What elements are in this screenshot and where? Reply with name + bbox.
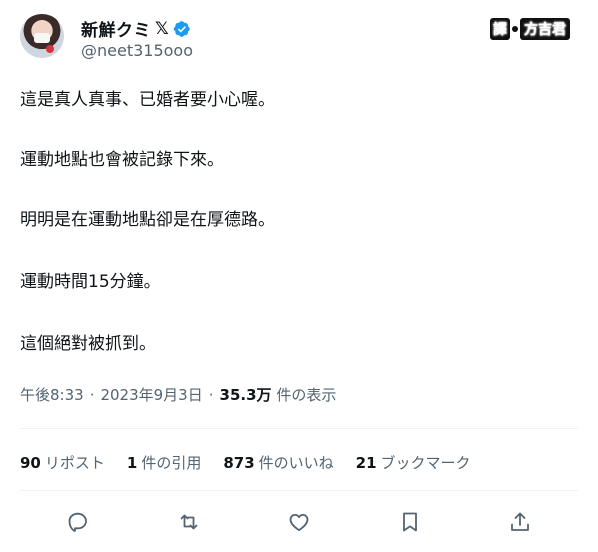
share-button[interactable] [500, 502, 540, 542]
bookmarks-label: ブックマーク [380, 454, 471, 472]
translator-name: 方吉君 [520, 18, 570, 40]
translator-dot [512, 26, 518, 32]
avatar-mask [34, 33, 50, 43]
avatar[interactable] [20, 14, 64, 58]
post-date[interactable]: 2023年9月3日 [100, 384, 202, 405]
meta-separator: · [89, 385, 95, 404]
views-label: 件の表示 [276, 386, 337, 404]
reposts-label: リポスト [44, 454, 105, 472]
meta-separator: · [208, 385, 214, 404]
translator-tag: 譯 [490, 18, 510, 40]
share-icon [511, 512, 529, 531]
divider [20, 428, 578, 429]
author-name-row[interactable]: 新鮮クミ 𝕏 [81, 16, 191, 41]
avatar-cherry [46, 45, 54, 53]
repost-button[interactable] [169, 502, 209, 542]
reposts-stat[interactable]: 90 リポスト [20, 452, 105, 473]
reposts-count: 90 [20, 454, 41, 472]
post-meta: 午後8:33 · 2023年9月3日 · 35.3万 件の表示 [20, 384, 336, 405]
repost-icon [180, 514, 197, 530]
post-time[interactable]: 午後8:33 [20, 384, 84, 405]
post-paragraph: 運動時間15分鐘。 [20, 272, 161, 292]
bookmarks-stat[interactable]: 21 ブックマーク [356, 452, 471, 473]
bookmark-icon [402, 512, 417, 532]
post-paragraph: 這是真人真事、已婚者要小心喔。 [20, 90, 275, 110]
like-button[interactable] [279, 502, 319, 542]
likes-label: 件のいいね [258, 454, 334, 472]
like-icon [289, 514, 309, 532]
quotes-count: 1 [126, 454, 138, 472]
reply-button[interactable] [58, 502, 98, 542]
likes-count: 873 [223, 454, 255, 472]
post-paragraph: 這個絕對被抓到。 [20, 334, 156, 354]
reply-icon [68, 512, 87, 532]
post-paragraph: 明明是在運動地點卻是在厚德路。 [20, 210, 275, 230]
verified-icon [174, 20, 190, 37]
author-handle[interactable]: @neet315ooo [81, 41, 193, 60]
bookmarks-count: 21 [355, 454, 377, 472]
quotes-stat[interactable]: 1 件の引用 [127, 452, 201, 473]
bookmark-button[interactable] [390, 502, 430, 542]
translator-credit: 譯 方吉君 [490, 18, 570, 40]
x-badge: 𝕏 [155, 18, 170, 39]
divider [20, 490, 578, 491]
views-count[interactable]: 35.3万 [220, 386, 272, 404]
post-paragraph: 運動地點也會被記錄下來。 [20, 150, 224, 170]
quotes-label: 件の引用 [141, 454, 202, 472]
engagement-stats: 90 リポスト 1 件の引用 873 件のいいね 21 ブックマーク [20, 452, 471, 473]
likes-stat[interactable]: 873 件のいいね [223, 452, 333, 473]
author-display-name[interactable]: 新鮮クミ [81, 16, 151, 41]
action-bar [20, 502, 578, 542]
